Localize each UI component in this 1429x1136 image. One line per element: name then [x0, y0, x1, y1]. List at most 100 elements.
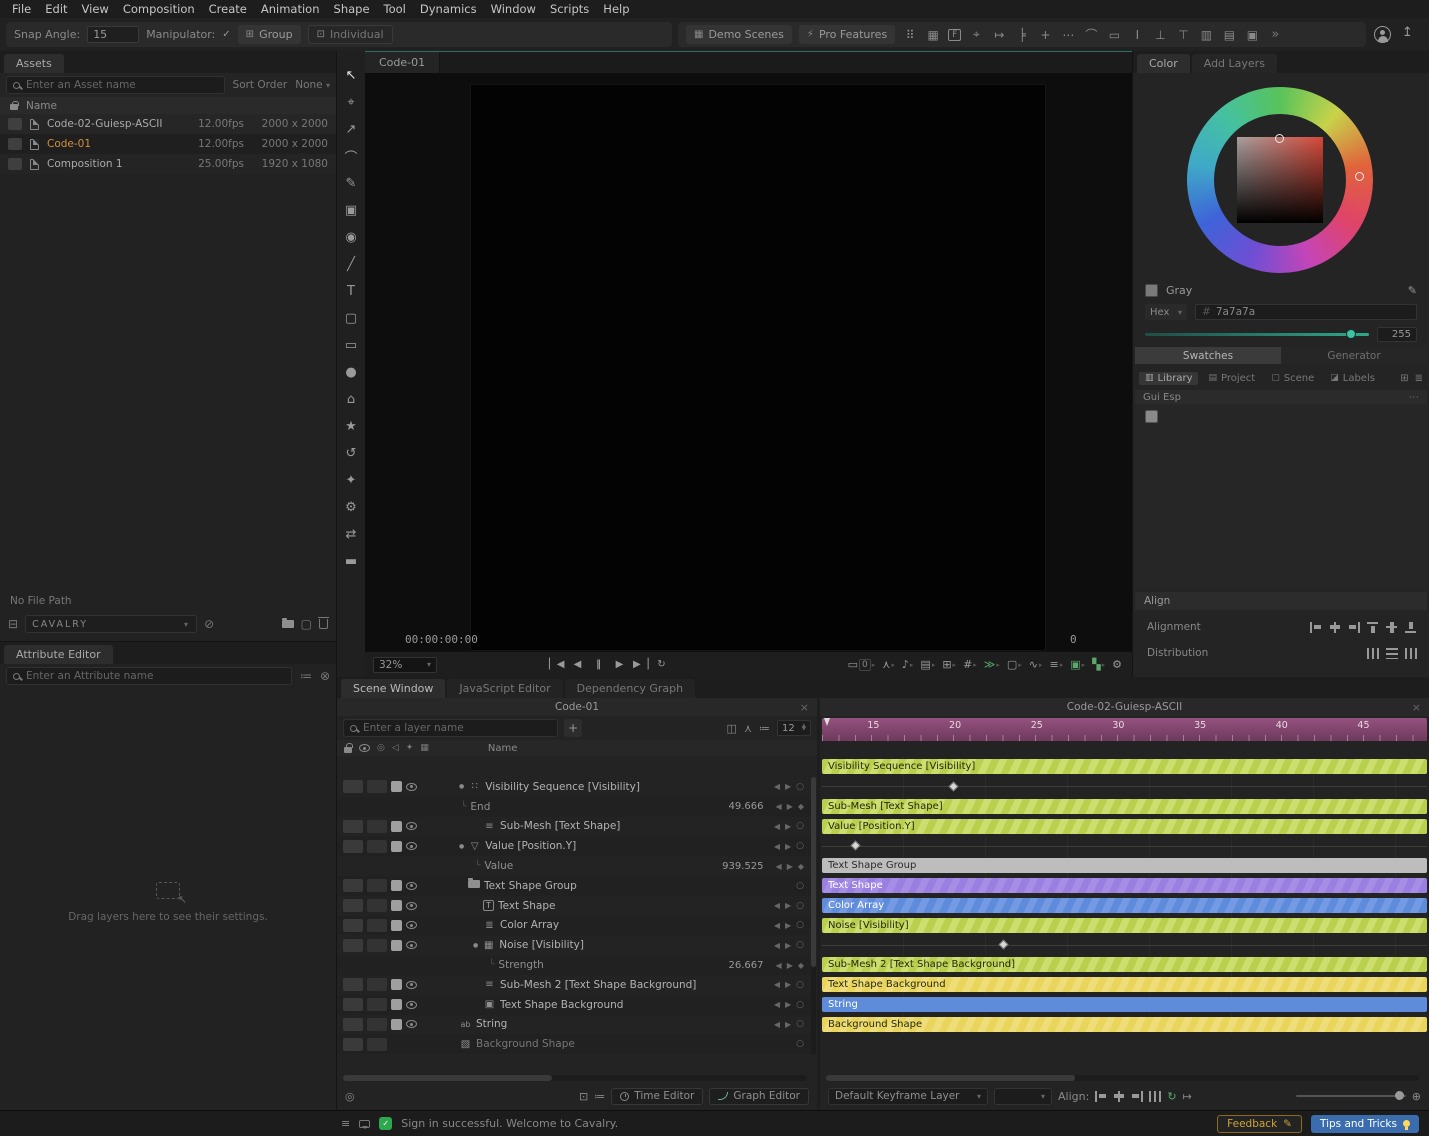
tag-cell[interactable] — [367, 918, 387, 932]
saturation-value-box[interactable] — [1237, 137, 1323, 223]
timeline-horizontal-scrollbar[interactable] — [826, 1075, 1419, 1081]
enabled-checkbox[interactable] — [391, 840, 402, 852]
folder-icon[interactable] — [281, 617, 294, 631]
columns-icon[interactable]: ▥ — [1198, 28, 1214, 42]
trim-tool-icon[interactable]: ▬ — [340, 551, 362, 572]
frame-icon[interactable]: F — [948, 28, 962, 41]
layer-bar[interactable]: String — [822, 996, 1427, 1012]
keyframe-track[interactable] — [822, 779, 1427, 794]
duplicator-tool-icon[interactable]: ⇄ — [340, 524, 362, 545]
tag-cell[interactable] — [343, 1017, 363, 1031]
clear-icon[interactable]: ⊗ — [320, 669, 330, 683]
layer-bar[interactable]: Text Shape — [822, 878, 1427, 894]
stopwatch-icon[interactable]: ○ — [796, 821, 804, 831]
tag-cell[interactable] — [343, 780, 363, 794]
graph-editor-button[interactable]: Graph Editor — [709, 1087, 809, 1105]
stopwatch-icon[interactable]: ○ — [796, 980, 804, 990]
text-cursor-icon[interactable]: I — [1129, 28, 1145, 42]
align-right-icon[interactable] — [1348, 621, 1360, 633]
grid-toggle[interactable]: ⊞ ▸ — [940, 658, 958, 671]
layer-bar[interactable]: Background Shape — [822, 1016, 1427, 1032]
visibility-eye-icon[interactable] — [406, 941, 417, 950]
color-wheel[interactable] — [1187, 87, 1373, 273]
unlink-icon[interactable]: ⊘ — [204, 617, 214, 631]
dock-icon[interactable]: ⊡ — [579, 1090, 588, 1103]
layer-bar[interactable]: Noise [Visibility] — [822, 917, 1427, 933]
artboard-tool-icon[interactable]: ▢ — [340, 308, 362, 329]
log-icon[interactable]: ≡ — [341, 1117, 350, 1130]
align-keys-right-icon[interactable] — [1131, 1090, 1144, 1102]
text-tool-icon[interactable]: T — [340, 281, 362, 302]
distribute-horizontal-icon[interactable] — [1367, 647, 1379, 659]
snap-arrow-icon[interactable]: ↦ — [991, 28, 1007, 42]
guides-toggle[interactable]: # ▸ — [961, 658, 979, 671]
arrow-tool-icon[interactable]: ↗ — [340, 119, 362, 140]
stopwatch-icon[interactable]: ○ — [796, 901, 804, 911]
tab-attribute-editor[interactable]: Attribute Editor — [4, 645, 113, 664]
layer-bar[interactable]: Visibility Sequence [Visibility] — [822, 759, 1427, 775]
matte-column-icon[interactable]: ▦ — [420, 743, 429, 753]
distribute-vertical-icon[interactable] — [1386, 647, 1398, 659]
property-value[interactable]: 26.667 — [729, 960, 764, 971]
visibility-eye-icon[interactable] — [406, 921, 417, 930]
go-to-end-button[interactable]: ▶▕ — [633, 659, 648, 670]
stopwatch-icon[interactable]: ○ — [796, 881, 804, 891]
menu-create[interactable]: Create — [202, 2, 254, 16]
layer-bar[interactable]: Sub-Mesh [Text Shape] — [822, 798, 1427, 814]
layer-row[interactable]: ● ▦ Noise [Visibility] ◀ ▶ ○ — [337, 935, 811, 955]
tag-cell[interactable] — [343, 819, 363, 833]
overflow-chevrons-icon[interactable]: » — [1271, 27, 1279, 42]
filter-icon[interactable]: ≔ — [759, 722, 770, 735]
tag-cell[interactable] — [367, 1017, 387, 1031]
asset-search-input[interactable]: Enter an Asset name — [6, 76, 225, 94]
tag-cell[interactable] — [367, 938, 387, 952]
storyboard-icon[interactable]: ▦ — [925, 28, 941, 42]
audio-column-icon[interactable]: ◁ — [392, 743, 399, 753]
menu-dynamics[interactable]: Dynamics — [413, 2, 484, 16]
tag-cell[interactable] — [367, 839, 387, 853]
individual-button[interactable]: ⊡ Individual — [307, 25, 393, 44]
target-icon[interactable]: ◎ — [345, 1090, 355, 1103]
more-options-icon[interactable]: ⋯ — [1409, 392, 1419, 403]
timeline-ruler[interactable]: 15 20 25 30 35 40 45 — [822, 718, 1427, 741]
enabled-checkbox[interactable] — [391, 781, 402, 793]
panels-icon[interactable]: ▣ — [1244, 28, 1260, 42]
stopwatch-icon[interactable]: ○ — [796, 1000, 804, 1010]
stopwatch-icon[interactable]: ○ — [796, 782, 804, 792]
tag-cell[interactable] — [367, 998, 387, 1012]
list-icon[interactable]: ≔ — [594, 1090, 605, 1103]
prev-key-icon[interactable]: ◀ — [774, 1000, 780, 1009]
flat-list-icon[interactable]: ◫ — [727, 722, 737, 735]
tips-and-tricks-button[interactable]: Tips and Tricks — [1310, 1114, 1419, 1133]
align-left-icon[interactable] — [1310, 621, 1322, 633]
next-key-icon[interactable]: ▶ — [785, 782, 791, 791]
hex-input[interactable]: #7a7a7a — [1195, 304, 1417, 320]
menu-view[interactable]: View — [75, 2, 116, 16]
menu-window[interactable]: Window — [484, 2, 543, 16]
trash-icon[interactable] — [318, 616, 329, 632]
layer-bar[interactable]: Color Array — [822, 897, 1427, 913]
visibility-eye-icon[interactable] — [406, 901, 417, 910]
next-key-icon[interactable]: ▶ — [787, 862, 793, 871]
prev-key-icon[interactable]: ◀ — [776, 862, 782, 871]
align-top-icon[interactable]: ⊤ — [1175, 28, 1191, 42]
pen-tool-icon[interactable]: ✎ — [340, 173, 362, 194]
filter-icon[interactable]: ≔ — [300, 669, 312, 683]
add-layer-button[interactable]: + — [564, 719, 582, 737]
property-value[interactable]: 939.525 — [722, 861, 763, 872]
prev-key-icon[interactable]: ◀ — [774, 921, 780, 930]
manipulator-check-icon[interactable]: ✓ — [222, 29, 230, 40]
tab-labels[interactable]: ◪ Labels — [1324, 372, 1381, 385]
stopwatch-icon[interactable]: ○ — [796, 920, 804, 930]
stopwatch-icon[interactable]: ○ — [796, 841, 804, 851]
viewport-settings-icon[interactable]: ⚙ — [1110, 658, 1124, 671]
align-keys-left-icon[interactable] — [1095, 1090, 1107, 1102]
property-row[interactable]: └ Strength 26.667 ◀ ▶ ◆ — [337, 955, 811, 975]
asset-row-selected[interactable]: Code-01 12.00fps 2000 x 2000 — [0, 134, 336, 154]
prev-key-icon[interactable]: ◀ — [774, 822, 780, 831]
audio-toggle[interactable]: ♪ ▸ — [900, 658, 916, 671]
ellipse-tool-icon[interactable]: ● — [340, 362, 362, 383]
layer-bar[interactable]: Text Shape Background — [822, 977, 1427, 993]
line-tool-icon[interactable]: ╱ — [340, 254, 362, 275]
composition-canvas[interactable] — [470, 84, 1046, 651]
